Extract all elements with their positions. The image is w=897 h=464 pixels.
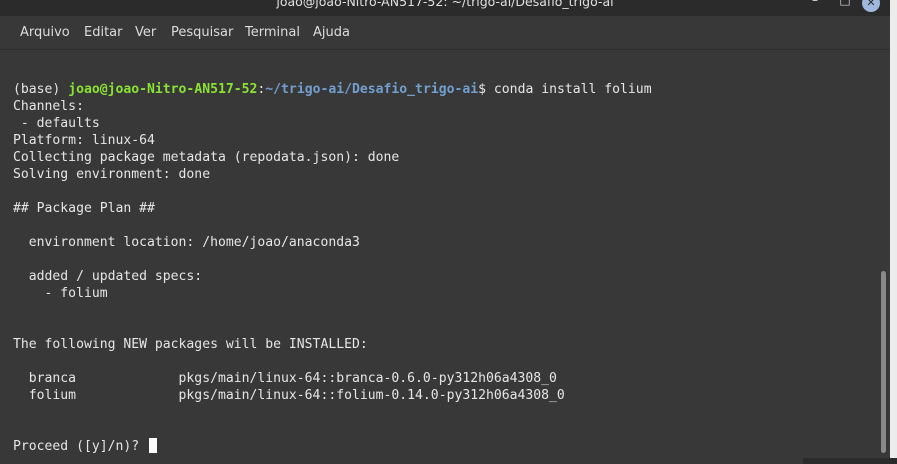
- title-bar[interactable]: joao@joao-Nitro-AN517-52: ~/trigo-ai/Des…: [0, 0, 890, 16]
- output-line: The following NEW packages will be INSTA…: [13, 337, 368, 352]
- menu-bar: Arquivo Editar Ver Pesquisar Terminal Aj…: [0, 16, 890, 50]
- close-icon[interactable]: ✕: [862, 0, 880, 12]
- prompt-path: ~/trigo-ai/Desafio_trigo-ai: [265, 82, 479, 97]
- output-line: added / updated specs:: [13, 269, 203, 284]
- menu-ajuda[interactable]: Ajuda: [313, 25, 350, 40]
- output-line: folium pkgs/main/linux-64::folium-0.14.0…: [13, 388, 565, 403]
- output-line: Collecting package metadata (repodata.js…: [13, 150, 400, 165]
- scrollbar[interactable]: [877, 50, 890, 464]
- menu-pesquisar[interactable]: Pesquisar: [171, 25, 233, 40]
- prompt-command: conda install folium: [486, 82, 652, 97]
- output-line: branca pkgs/main/linux-64::branca-0.6.0-…: [13, 371, 557, 386]
- terminal-window: joao@joao-Nitro-AN517-52: ~/trigo-ai/Des…: [0, 0, 890, 464]
- output-line: Platform: linux-64: [13, 133, 155, 148]
- menu-terminal[interactable]: Terminal: [245, 25, 300, 40]
- confirm-prompt-line[interactable]: Proceed ([y]/n)?: [13, 438, 158, 455]
- terminal-output[interactable]: (base) joao@joao-Nitro-AN517-52:~/trigo-…: [0, 50, 877, 464]
- output-line: environment location: /home/joao/anacond…: [13, 235, 360, 250]
- output-line: - folium: [13, 286, 108, 301]
- window-title: joao@joao-Nitro-AN517-52: ~/trigo-ai/Des…: [276, 0, 614, 9]
- menu-ver[interactable]: Ver: [135, 25, 156, 40]
- scrollbar-thumb[interactable]: [881, 271, 886, 453]
- output-line: Solving environment: done: [13, 167, 211, 182]
- output-line: ## Package Plan ##: [13, 201, 155, 216]
- maximize-icon[interactable]: □: [837, 0, 853, 7]
- output-line: - defaults: [13, 116, 100, 131]
- prompt-line: (base) joao@joao-Nitro-AN517-52:~/trigo-…: [13, 81, 652, 98]
- minimize-icon[interactable]: –: [807, 0, 823, 7]
- prompt-dollar: $: [478, 82, 487, 97]
- menu-editar[interactable]: Editar: [84, 25, 123, 40]
- desktop-background: [890, 0, 897, 464]
- output-line: Channels:: [13, 99, 84, 114]
- background-window-edge: [803, 458, 897, 464]
- menu-arquivo[interactable]: Arquivo: [20, 25, 70, 40]
- prompt-user-host: joao@joao-Nitro-AN517-52: [68, 82, 258, 97]
- text-cursor: [149, 438, 158, 453]
- conda-env: (base): [13, 82, 69, 97]
- confirm-prompt: Proceed ([y]/n)?: [13, 439, 148, 454]
